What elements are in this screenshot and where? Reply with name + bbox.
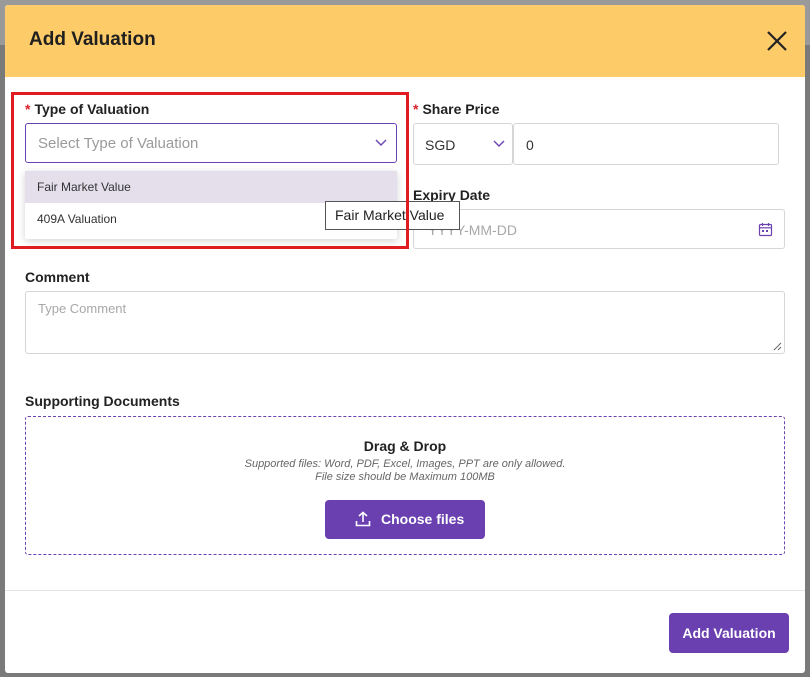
footer-divider	[5, 590, 805, 591]
file-size-text: File size should be Maximum 100MB	[315, 471, 495, 483]
chevron-down-icon	[375, 139, 387, 146]
option-fair-market-value[interactable]: Fair Market Value	[25, 171, 397, 203]
required-mark: *	[413, 101, 419, 117]
expiry-date-input[interactable]: YYYY-MM-DD	[413, 209, 785, 249]
type-of-valuation-label: * Type of Valuation	[25, 101, 150, 117]
required-mark: *	[25, 101, 31, 117]
modal-title: Add Valuation	[29, 29, 156, 50]
share-price-input[interactable]: 0	[513, 123, 779, 165]
share-price-value: 0	[526, 137, 534, 153]
currency-select[interactable]: SGD	[413, 123, 513, 165]
close-button[interactable]	[763, 27, 791, 55]
supporting-documents-label: Supporting Documents	[25, 393, 180, 409]
currency-value: SGD	[425, 137, 456, 153]
share-price-label: * Share Price	[413, 101, 500, 117]
upload-icon	[355, 511, 371, 527]
comment-textarea[interactable]: Type Comment	[25, 291, 785, 354]
chevron-down-icon	[493, 140, 505, 147]
resize-handle-icon[interactable]	[772, 341, 782, 351]
add-valuation-modal: Add Valuation * Type of Valuation Select …	[5, 5, 805, 673]
supported-files-text: Supported files: Word, PDF, Excel, Image…	[244, 458, 566, 470]
choose-files-label: Choose files	[381, 511, 465, 527]
option-tooltip: Fair Market Value	[325, 201, 460, 230]
modal-header: Add Valuation	[5, 5, 805, 77]
close-icon	[767, 31, 787, 51]
calendar-icon	[758, 223, 773, 237]
choose-files-button[interactable]: Choose files	[325, 500, 485, 539]
dropzone-title: Drag & Drop	[363, 438, 447, 454]
file-dropzone[interactable]: Drag & Drop Supported files: Word, PDF, …	[25, 416, 785, 555]
select-placeholder: Select Type of Valuation	[38, 135, 199, 152]
add-valuation-button[interactable]: Add Valuation	[669, 613, 789, 653]
comment-placeholder: Type Comment	[38, 301, 127, 316]
type-of-valuation-select[interactable]: Select Type of Valuation	[25, 123, 397, 163]
comment-label: Comment	[25, 269, 90, 285]
